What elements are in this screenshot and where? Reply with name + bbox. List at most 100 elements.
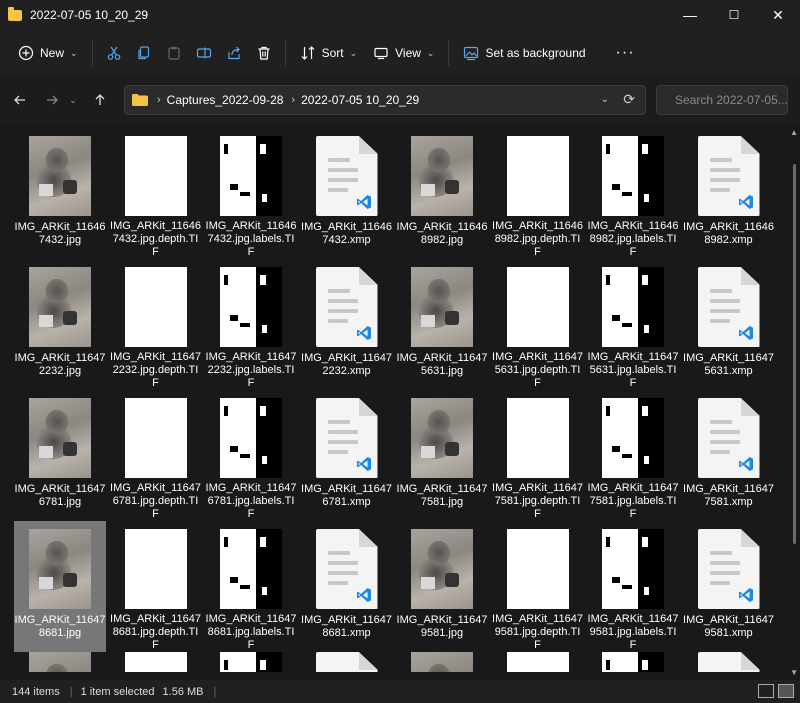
set-background-button[interactable]: Set as background xyxy=(455,37,593,69)
photo-thumbnail xyxy=(411,136,473,216)
depth-thumbnail xyxy=(124,652,187,672)
file-item[interactable]: IMG_ARKit_116475631.jpg.labels.TIF xyxy=(587,259,679,390)
cut-button[interactable] xyxy=(99,37,129,69)
file-item[interactable] xyxy=(205,652,297,672)
file-item[interactable] xyxy=(396,652,488,672)
depth-thumbnail xyxy=(506,397,569,478)
photo-thumbnail xyxy=(411,398,473,478)
rename-icon xyxy=(196,47,211,59)
file-item[interactable]: IMG_ARKit_116478681.jpg.depth.TIF xyxy=(110,521,202,652)
file-item[interactable]: IMG_ARKit_116478681.jpg.labels.TIF xyxy=(205,521,297,652)
file-item[interactable]: IMG_ARKit_116479581.jpg xyxy=(396,521,488,652)
depth-thumbnail xyxy=(124,528,187,609)
share-button[interactable] xyxy=(219,37,249,69)
close-button[interactable]: ✕ xyxy=(756,0,800,30)
file-item[interactable] xyxy=(683,652,775,672)
share-icon xyxy=(227,46,240,60)
divider xyxy=(284,40,286,66)
file-item[interactable]: IMG_ARKit_116477581.xmp xyxy=(683,390,775,521)
file-item[interactable]: IMG_ARKit_116476781.jpg.depth.TIF xyxy=(110,390,202,521)
file-item[interactable]: IMG_ARKit_116475631.jpg xyxy=(396,259,488,390)
file-item[interactable]: IMG_ARKit_116468982.jpg.depth.TIF xyxy=(492,128,584,259)
new-button[interactable]: New ⌄ xyxy=(10,37,86,69)
file-item[interactable]: IMG_ARKit_116472232.jpg xyxy=(14,259,106,390)
file-item[interactable]: IMG_ARKit_116476781.jpg xyxy=(14,390,106,521)
xmp-file-icon xyxy=(697,267,760,347)
depth-thumbnail xyxy=(506,135,569,216)
file-item[interactable] xyxy=(14,652,106,672)
view-label: View xyxy=(395,46,421,60)
more-options-button[interactable]: ··· xyxy=(608,37,643,69)
file-item[interactable] xyxy=(492,652,584,672)
file-name: IMG_ARKit_116472232.jpg.depth.TIF xyxy=(110,351,201,389)
scroll-up-arrow-icon[interactable]: ▲ xyxy=(790,128,798,137)
file-item[interactable]: IMG_ARKit_116472232.xmp xyxy=(301,259,393,390)
file-item[interactable]: IMG_ARKit_116476781.jpg.labels.TIF xyxy=(205,390,297,521)
delete-button[interactable] xyxy=(249,37,279,69)
command-bar: New ⌄ Sort ⌄ View ⌄ Set as background ··… xyxy=(0,30,800,77)
sort-button[interactable]: Sort ⌄ xyxy=(292,37,366,69)
file-item[interactable]: IMG_ARKit_116477581.jpg.depth.TIF xyxy=(492,390,584,521)
more-icon: ··· xyxy=(615,44,635,61)
copy-button[interactable] xyxy=(129,37,159,69)
file-name: IMG_ARKit_116467432.jpg.labels.TIF xyxy=(205,220,297,258)
recent-locations-button[interactable]: ⌄ xyxy=(66,86,80,114)
file-item[interactable]: IMG_ARKit_116467432.jpg.labels.TIF xyxy=(205,128,297,259)
large-icons-view-icon[interactable] xyxy=(778,684,794,698)
file-item[interactable]: IMG_ARKit_116468982.xmp xyxy=(683,128,775,259)
file-item[interactable]: IMG_ARKit_116478681.jpg xyxy=(14,521,106,652)
breadcrumb-item[interactable]: 2022-07-05 10_20_29 xyxy=(301,93,419,107)
breadcrumb-item[interactable]: Captures_2022-09-28 xyxy=(167,93,284,107)
file-name: IMG_ARKit_116477581.jpg.depth.TIF xyxy=(492,482,583,520)
clipboard-icon xyxy=(167,46,180,60)
file-name: IMG_ARKit_116467432.xmp xyxy=(301,221,392,246)
maximize-button[interactable]: ☐ xyxy=(712,0,756,30)
refresh-icon[interactable]: ⟳ xyxy=(623,91,635,108)
file-item[interactable]: IMG_ARKit_116478681.xmp xyxy=(301,521,393,652)
paste-button[interactable] xyxy=(159,37,189,69)
scrollbar-thumb[interactable] xyxy=(793,164,796,544)
file-name: IMG_ARKit_116478681.jpg xyxy=(14,614,106,639)
file-item[interactable]: IMG_ARKit_116475631.jpg.depth.TIF xyxy=(492,259,584,390)
address-bar[interactable]: › Captures_2022-09-28 › 2022-07-05 10_20… xyxy=(124,85,646,115)
file-item[interactable]: IMG_ARKit_116479581.xmp xyxy=(683,521,775,652)
file-item[interactable]: IMG_ARKit_116475631.xmp xyxy=(683,259,775,390)
view-button[interactable]: View ⌄ xyxy=(365,37,442,69)
file-name: IMG_ARKit_116468982.xmp xyxy=(683,221,774,246)
file-item[interactable]: IMG_ARKit_116467432.xmp xyxy=(301,128,393,259)
file-item[interactable] xyxy=(301,652,393,672)
file-item[interactable]: IMG_ARKit_116476781.xmp xyxy=(301,390,393,521)
file-item[interactable]: IMG_ARKit_116472232.jpg.labels.TIF xyxy=(205,259,297,390)
search-input[interactable]: Search 2022-07-05... xyxy=(675,93,787,107)
file-item[interactable]: IMG_ARKit_116472232.jpg.depth.TIF xyxy=(110,259,202,390)
labels-thumbnail xyxy=(220,528,282,609)
file-item[interactable]: IMG_ARKit_116477581.jpg xyxy=(396,390,488,521)
chevron-down-icon[interactable]: ⌄ xyxy=(601,94,609,105)
file-name: IMG_ARKit_116475631.jpg.labels.TIF xyxy=(587,351,679,389)
search-box[interactable]: Search 2022-07-05... xyxy=(656,85,788,115)
file-name: IMG_ARKit_116478681.xmp xyxy=(301,614,392,639)
vscode-icon xyxy=(738,326,753,340)
xmp-file-icon xyxy=(697,136,760,216)
details-view-icon[interactable] xyxy=(758,684,774,698)
file-item[interactable]: IMG_ARKit_116468982.jpg xyxy=(396,128,488,259)
file-item[interactable]: IMG_ARKit_116467432.jpg xyxy=(14,128,106,259)
rename-button[interactable] xyxy=(189,37,219,69)
file-item[interactable] xyxy=(110,652,202,672)
file-item[interactable] xyxy=(587,652,679,672)
up-button[interactable] xyxy=(86,86,114,114)
xmp-file-icon xyxy=(315,529,378,609)
file-item[interactable]: IMG_ARKit_116468982.jpg.labels.TIF xyxy=(587,128,679,259)
minimize-button[interactable]: — xyxy=(668,0,712,30)
forward-button[interactable] xyxy=(38,86,66,114)
file-item[interactable]: IMG_ARKit_116479581.jpg.depth.TIF xyxy=(492,521,584,652)
arrow-left-icon xyxy=(14,95,25,105)
labels-thumbnail xyxy=(220,397,282,478)
file-item[interactable]: IMG_ARKit_116479581.jpg.labels.TIF xyxy=(587,521,679,652)
file-item[interactable]: IMG_ARKit_116477581.jpg.labels.TIF xyxy=(587,390,679,521)
file-item[interactable]: IMG_ARKit_116467432.jpg.depth.TIF xyxy=(110,128,202,259)
photo-thumbnail xyxy=(29,529,91,609)
scroll-down-arrow-icon[interactable]: ▼ xyxy=(790,668,798,677)
file-name: IMG_ARKit_116476781.jpg xyxy=(14,483,106,508)
back-button[interactable] xyxy=(6,86,34,114)
